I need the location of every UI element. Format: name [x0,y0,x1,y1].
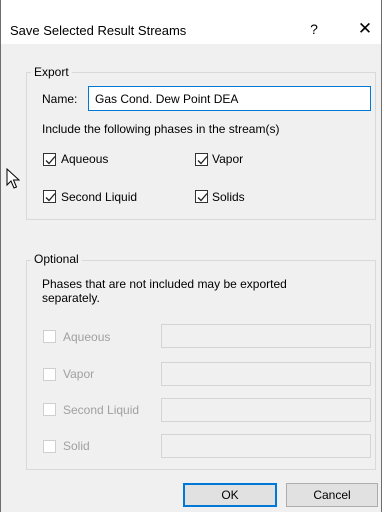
optional-second-liquid-label[interactable]: Second Liquid [63,403,139,417]
optional-aqueous-checkbox[interactable] [43,330,56,343]
optional-vapor-label[interactable]: Vapor [63,367,94,381]
export-second-liquid-checkbox[interactable] [43,190,56,203]
optional-legend: Optional [31,252,82,266]
close-button[interactable]: ✕ [354,18,376,40]
optional-aqueous-input[interactable] [161,324,371,348]
name-input[interactable] [88,86,371,111]
export-vapor-checkbox[interactable] [195,153,208,166]
optional-aqueous-label[interactable]: Aqueous [63,330,110,344]
cancel-button[interactable]: Cancel [286,483,378,507]
checkmark-icon [197,156,208,165]
optional-solid-checkbox[interactable] [43,440,56,453]
optional-note: Phases that are not included may be expo… [42,277,287,305]
checkmark-icon [197,193,208,202]
optional-solid-input[interactable] [161,434,371,458]
optional-second-liquid-checkbox[interactable] [43,403,56,416]
export-aqueous-checkbox[interactable] [43,153,56,166]
optional-second-liquid-input[interactable] [161,398,371,422]
optional-vapor-checkbox[interactable] [43,368,56,381]
window-title: Save Selected Result Streams [10,23,187,38]
optional-solid-label[interactable]: Solid [63,439,90,453]
export-vapor-label[interactable]: Vapor [212,152,243,166]
export-aqueous-label[interactable]: Aqueous [61,152,108,166]
mouse-cursor-icon [6,168,20,189]
ok-button[interactable]: OK [183,483,277,507]
window-border-left [0,0,1,512]
export-solids-label[interactable]: Solids [212,190,245,204]
help-button[interactable]: ? [304,18,324,40]
export-solids-checkbox[interactable] [195,190,208,203]
checkmark-icon [45,156,56,165]
include-phases-text: Include the following phases in the stre… [42,122,280,136]
checkmark-icon [45,193,56,202]
export-legend: Export [31,65,72,79]
export-second-liquid-label[interactable]: Second Liquid [61,190,137,204]
name-label: Name: [42,92,78,106]
optional-vapor-input[interactable] [161,362,371,386]
